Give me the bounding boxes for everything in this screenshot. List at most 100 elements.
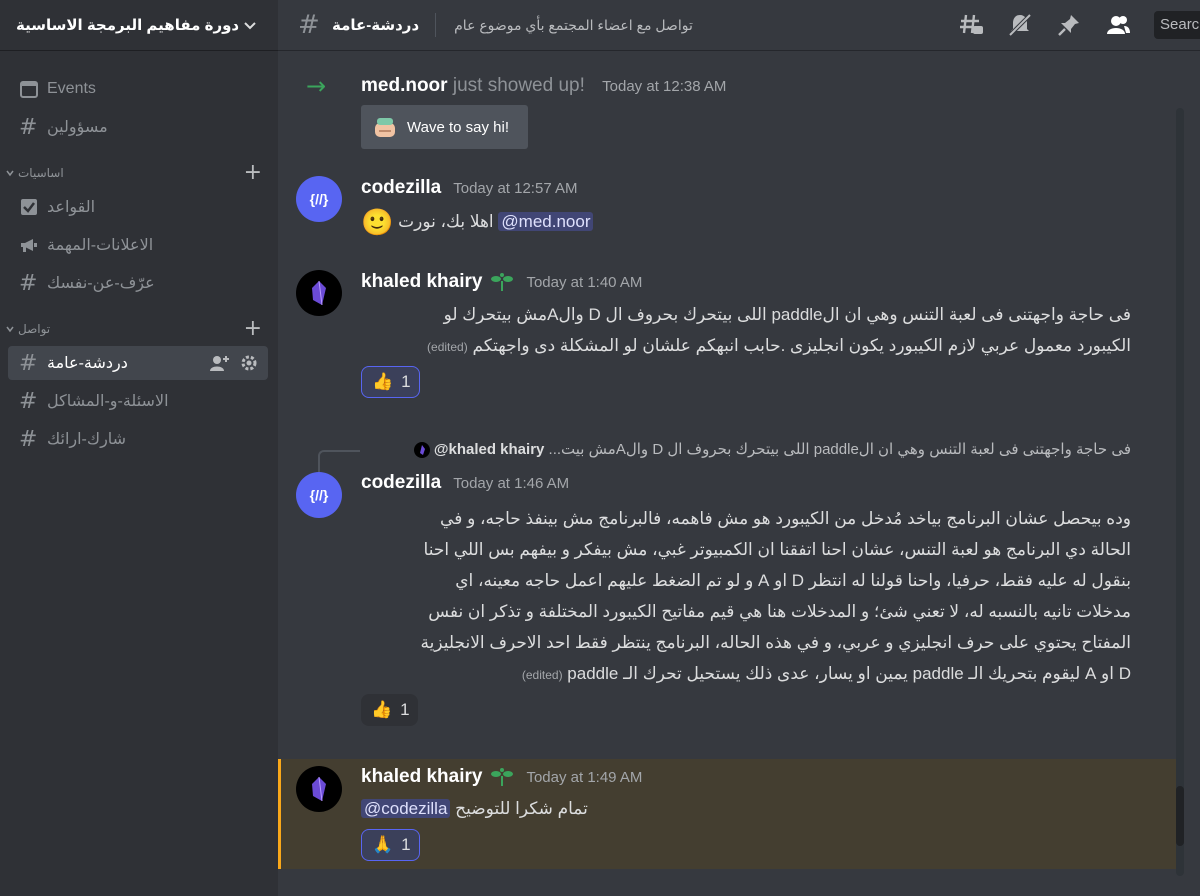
- reaction-count: 1: [401, 835, 411, 854]
- author-name[interactable]: khaled khairy: [361, 271, 482, 293]
- sidebar-item-label: عرّف-عن-نفسك: [47, 275, 155, 292]
- sidebar-item-share-opinions[interactable]: # شارك-ارائك: [8, 422, 268, 456]
- join-text: med.noor just showed up! Today at 12:38 …: [361, 75, 726, 97]
- megaphone-icon: [19, 235, 47, 255]
- join-username[interactable]: med.noor: [361, 75, 448, 96]
- add-channel-icon[interactable]: +: [244, 162, 262, 184]
- message-text: اهلا بك، نورت: [398, 212, 494, 231]
- thumbs-up-emoji: 👍: [371, 700, 393, 719]
- pin-icon[interactable]: [1056, 12, 1082, 38]
- server-name: دورة مفاهيم البرمجة الاساسية: [16, 17, 240, 34]
- sidebar-item-rules[interactable]: القواعد: [8, 190, 268, 224]
- gear-icon[interactable]: [240, 354, 258, 372]
- sidebar-item-introduce[interactable]: # عرّف-عن-نفسك: [8, 266, 268, 300]
- timestamp: Today at 12:38 AM: [602, 78, 727, 95]
- author-name[interactable]: codezilla: [361, 472, 441, 494]
- add-channel-icon[interactable]: +: [244, 318, 262, 340]
- category-communication[interactable]: تواصل +: [0, 316, 278, 342]
- hash-icon: #: [19, 426, 38, 452]
- avatar[interactable]: [296, 270, 342, 316]
- join-phrase: just showed up!: [452, 75, 585, 96]
- edited-tag: (edited): [427, 340, 468, 354]
- calendar-icon: [19, 79, 47, 99]
- channel-sidebar: دورة مفاهيم البرمجة الاساسية Events # مس…: [0, 0, 278, 896]
- message-item: {//} codezilla Today at 12:57 AM 🙂 اهلا …: [278, 170, 1186, 250]
- message-line: المفتاح يحتوي على حرف انجليزي و عربي، و …: [420, 633, 1131, 652]
- join-arrow-icon: →: [306, 72, 327, 100]
- reply-author[interactable]: @khaled khairy: [434, 441, 545, 458]
- hash-icon: #: [19, 350, 38, 376]
- message-content: 🙂 اهلا بك، نورت @med.noor: [361, 206, 594, 238]
- reaction-count: 1: [401, 372, 411, 391]
- wave-sticker-icon: [375, 118, 395, 137]
- rules-checkbox-icon: [19, 197, 47, 217]
- header-divider: [435, 13, 437, 37]
- server-header[interactable]: دورة مفاهيم البرمجة الاساسية: [0, 0, 278, 50]
- message-line-wrap: الكيبورد معمول عربي لازم الكيبورد يكون ا…: [361, 330, 1131, 363]
- reply-connector: [318, 450, 360, 472]
- sidebar-item-label: Events: [47, 80, 96, 97]
- crystal-avatar-icon: [312, 776, 326, 802]
- notification-muted-icon[interactable]: [1007, 12, 1033, 38]
- category-label: تواصل: [18, 322, 51, 336]
- threads-icon[interactable]: [958, 12, 984, 38]
- edited-tag: (edited): [521, 668, 563, 682]
- sprout-badge-icon: [491, 768, 514, 786]
- member-list-icon[interactable]: [1105, 12, 1131, 38]
- sidebar-item-questions[interactable]: # الاسئلة-و-المشاكل: [8, 384, 268, 418]
- channel-header: # دردشة-عامة تواصل مع اعضاء المجتمع بأي …: [278, 0, 1200, 50]
- message-list: → med.noor just showed up! Today at 12:3…: [278, 50, 1186, 896]
- sidebar-item-label: الاسئلة-و-المشاكل: [47, 393, 169, 410]
- avatar[interactable]: {//}: [296, 472, 342, 518]
- message-line: الكيبورد معمول عربي لازم الكيبورد يكون ا…: [472, 336, 1131, 355]
- message-line: مدخلات تانيه بالنسبه له، لا تعني شئ؛ و ا…: [428, 602, 1131, 621]
- chevron-down-icon[interactable]: [242, 17, 258, 33]
- timestamp: Today at 1:49 AM: [526, 768, 643, 786]
- message-header: khaled khairy Today at 1:40 AM: [361, 271, 642, 293]
- sidebar-item-announcements[interactable]: الاعلانات-المهمة: [8, 228, 268, 262]
- channel-title: دردشة-عامة: [332, 17, 420, 34]
- reply-text: فى حاجة واجهتنى فى لعبة التنس وهي ان الp…: [548, 441, 1131, 458]
- sidebar-item-general-chat[interactable]: # دردشة-عامة: [8, 346, 268, 380]
- chevron-down-icon: [6, 170, 14, 177]
- message-line: D او A ليقوم بتحريك الـ paddle يمين او ي…: [567, 664, 1131, 683]
- thumbs-up-emoji: 👍: [372, 372, 394, 391]
- invite-member-icon[interactable]: [210, 354, 230, 372]
- message-item-mentioned: khaled khairy Today at 1:49 AM @codezill…: [278, 759, 1182, 869]
- wave-label: Wave to say hi!: [407, 118, 509, 136]
- wave-button[interactable]: Wave to say hi!: [361, 105, 528, 149]
- avatar[interactable]: {//}: [296, 176, 342, 222]
- timestamp: Today at 1:40 AM: [526, 273, 643, 291]
- reaction-thumbs-up[interactable]: 👍 1: [361, 366, 420, 398]
- avatar[interactable]: [296, 766, 342, 812]
- channel-topic[interactable]: تواصل مع اعضاء المجتمع بأي موضوع عام: [454, 17, 693, 34]
- user-mention[interactable]: @codezilla: [361, 799, 451, 818]
- message-item: فى حاجة واجهتنى فى لعبة التنس وهي ان الp…: [278, 438, 1186, 728]
- search-input[interactable]: Search: [1154, 11, 1200, 39]
- reaction-count: 1: [400, 700, 410, 719]
- reply-preview[interactable]: فى حاجة واجهتنى فى لعبة التنس وهي ان الp…: [361, 440, 1131, 459]
- reaction-thumbs-up[interactable]: 👍 1: [361, 694, 418, 726]
- chevron-down-icon: [6, 326, 14, 333]
- sidebar-item-events[interactable]: Events: [8, 72, 268, 106]
- message-content: @codezilla تمام شكرا للتوضيح: [361, 793, 588, 824]
- message-line: الحالة دي البرنامج هو لعبة التنس، عشان ا…: [423, 540, 1131, 559]
- user-mention[interactable]: @med.noor: [498, 212, 594, 231]
- scrollbar[interactable]: [1176, 108, 1184, 876]
- message-header: khaled khairy Today at 1:49 AM: [361, 766, 642, 788]
- sprout-badge-icon: [491, 273, 514, 291]
- category-basics[interactable]: اساسيات +: [0, 160, 278, 186]
- author-name[interactable]: codezilla: [361, 177, 441, 199]
- reaction-pray[interactable]: 🙏 1: [361, 829, 420, 861]
- message-line: فى حاجة واجهتنى فى لعبة التنس وهي ان الp…: [443, 305, 1131, 324]
- sidebar-item-admins[interactable]: # مسؤولين: [8, 110, 268, 144]
- scrollbar-thumb[interactable]: [1176, 786, 1184, 846]
- sidebar-item-label: دردشة-عامة: [47, 355, 128, 372]
- message-line-wrap: D او A ليقوم بتحريك الـ paddle يمين او ي…: [361, 658, 1131, 691]
- author-name[interactable]: khaled khairy: [361, 766, 482, 788]
- message-item: khaled khairy Today at 1:40 AM فى حاجة و…: [278, 265, 1186, 405]
- folded-hands-emoji: 🙏: [372, 835, 394, 854]
- message-content: وده بيحصل عشان البرنامج بياخد مُدخل من ا…: [361, 503, 1131, 691]
- system-join-message: → med.noor just showed up! Today at 12:3…: [278, 58, 1186, 158]
- category-label: اساسيات: [18, 166, 64, 180]
